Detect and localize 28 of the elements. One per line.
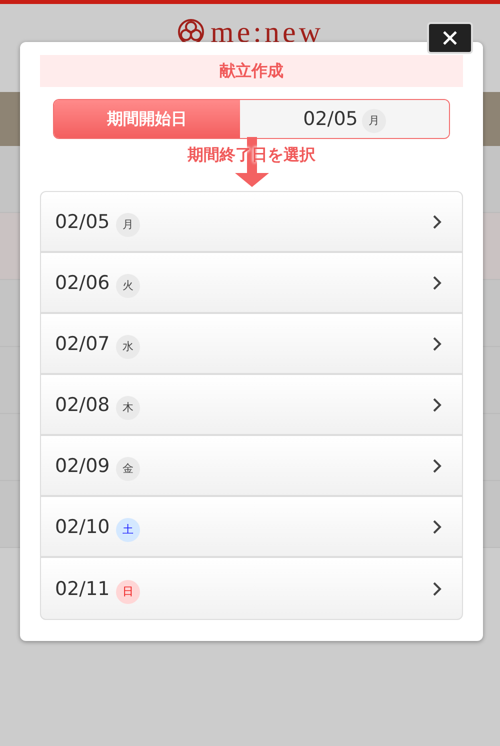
weekday-badge: 火	[116, 274, 140, 298]
date-row[interactable]: 02/11 日	[41, 558, 462, 619]
date-row[interactable]: 02/07 水	[41, 314, 462, 373]
date-row[interactable]: 02/09 金	[41, 436, 462, 495]
weekday-badge: 日	[116, 580, 140, 604]
chevron-right-icon	[433, 336, 442, 350]
weekday-badge: 水	[116, 334, 140, 358]
close-button[interactable]	[427, 22, 473, 54]
chevron-right-icon	[433, 214, 442, 228]
date-row[interactable]: 02/08 木	[41, 375, 462, 434]
chevron-right-icon	[433, 398, 442, 412]
logo: me:new	[210, 18, 324, 48]
dialog-title: 献立作成	[40, 55, 463, 87]
close-icon	[442, 30, 458, 46]
start-date-label: 期間開始日	[54, 100, 240, 138]
chevron-right-icon	[433, 520, 442, 534]
chevron-right-icon	[433, 276, 442, 290]
date-row[interactable]: 02/06 火	[41, 253, 462, 312]
chevron-right-icon	[433, 582, 442, 596]
weekday-badge: 土	[116, 518, 140, 542]
weekday-badge: 木	[116, 396, 140, 420]
weekday-badge: 月	[116, 212, 140, 236]
date-row[interactable]: 02/10 土	[41, 497, 462, 556]
weekday-badge: 金	[116, 456, 140, 480]
start-date: 02/05	[303, 108, 358, 130]
date-row[interactable]: 02/05 月	[41, 192, 462, 251]
chevron-right-icon	[433, 458, 442, 472]
weekday-badge: 月	[362, 108, 386, 132]
